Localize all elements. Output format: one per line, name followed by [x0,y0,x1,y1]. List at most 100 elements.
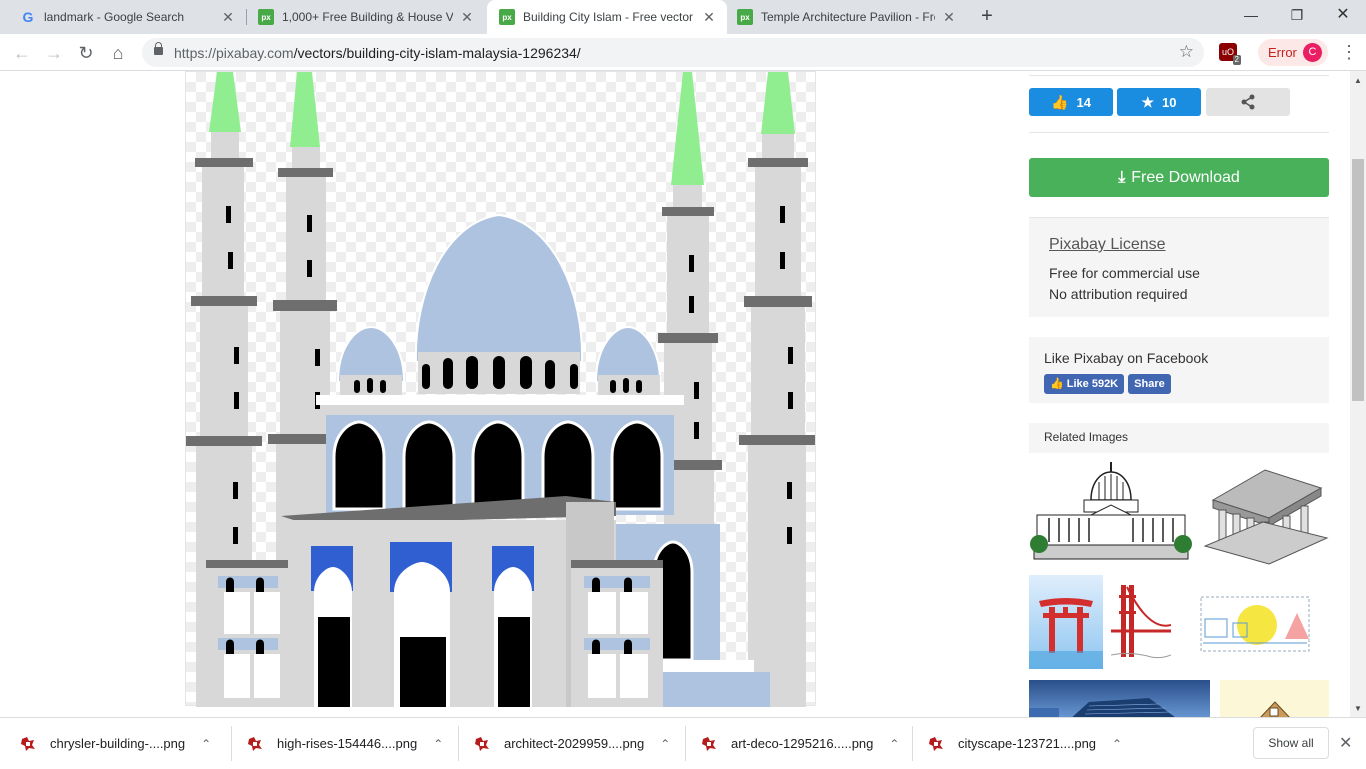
download-filename: art-deco-1295216.....png [731,736,874,751]
related-image-capitol[interactable] [1029,460,1193,566]
tab-title: 1,000+ Free Building & House Ve [282,10,453,24]
facebook-panel: Like Pixabay on Facebook 👍 Like 592K Sha… [1029,337,1329,403]
mosque-vector-image[interactable] [185,71,816,707]
facebook-title: Like Pixabay on Facebook [1044,350,1209,366]
chevron-up-icon[interactable]: ⌃ [433,737,443,751]
share-icon [1241,94,1255,110]
vertical-scrollbar[interactable]: ▲ ▼ [1350,71,1366,717]
reload-icon[interactable]: ↻ [74,41,98,65]
download-item[interactable]: architect-2029959....png ⌃ [474,718,670,769]
related-image-golden-gate[interactable] [1111,581,1171,665]
url-text: https://pixabay.com/vectors/building-cit… [174,45,581,61]
download-item[interactable]: art-deco-1295216.....png ⌃ [701,718,899,769]
pixabay-icon: px [258,9,274,25]
page-content: 👍 14 ★ 10 ⤓ Free Download Pixabay Licens… [0,71,1350,717]
chevron-up-icon[interactable]: ⌃ [201,737,211,751]
address-bar[interactable]: https://pixabay.com/vectors/building-cit… [142,38,1204,67]
related-image-skyscrapers[interactable] [1029,680,1210,717]
profile-error-label: Error [1268,45,1297,60]
related-image-architect-sketch[interactable] [1197,583,1313,659]
back-icon[interactable]: ← [10,41,34,65]
extension-icon[interactable]: uO 2 [1219,43,1241,65]
tab-google-search[interactable]: G landmark - Google Search ✕ [0,0,246,34]
favorite-count: 10 [1162,94,1177,110]
file-image-icon [247,736,263,752]
url-path: /vectors/building-city-islam-malaysia-12… [293,45,581,61]
close-tab-icon[interactable]: ✕ [459,9,475,26]
download-item[interactable]: chrysler-building-....png ⌃ [20,718,211,769]
chevron-up-icon[interactable]: ⌃ [1112,737,1122,751]
related-images-heading: Related Images [1029,423,1329,453]
bookmark-star-icon[interactable]: ☆ [1179,42,1194,62]
download-filename: chrysler-building-....png [50,736,186,751]
tab-title: Temple Architecture Pavilion - Fre [761,10,935,24]
tab-title: Building City Islam - Free vector g [523,10,695,24]
free-download-button[interactable]: ⤓ Free Download [1029,158,1329,197]
favorite-button[interactable]: ★ 10 [1117,88,1201,116]
url-host: https://pixabay.com [174,45,294,61]
download-shelf: chrysler-building-....png ⌃ high-rises-1… [0,717,1366,768]
tab-strip: G landmark - Google Search ✕ px 1,000+ F… [0,0,1366,34]
menu-icon[interactable]: ⋮ [1340,40,1358,64]
lock-icon [154,42,163,55]
license-panel: Pixabay License Free for commercial use … [1029,217,1329,317]
related-image-torii[interactable] [1029,575,1103,669]
show-all-button[interactable]: Show all [1253,727,1329,759]
file-image-icon [701,736,717,752]
download-item[interactable]: high-rises-154446....png ⌃ [247,718,443,769]
download-item[interactable]: cityscape-123721....png ⌃ [928,718,1122,769]
scrollbar-thumb[interactable] [1352,159,1364,401]
download-label: Free Download [1131,168,1240,186]
restore-button[interactable]: ❐ [1274,0,1320,30]
related-image-house[interactable] [1220,680,1329,717]
download-filename: architect-2029959....png [504,736,645,751]
like-button[interactable]: 👍 14 [1029,88,1113,116]
close-tab-icon[interactable]: ✕ [220,9,236,26]
forward-icon[interactable]: → [42,41,66,65]
file-image-icon [474,736,490,752]
close-tab-icon[interactable]: ✕ [701,9,717,26]
license-line-commercial: Free for commercial use [1049,265,1200,281]
tab-divider [246,9,247,25]
divider [912,726,913,761]
tab-temple-architecture[interactable]: px Temple Architecture Pavilion - Fre ✕ [727,0,967,34]
download-filename: cityscape-123721....png [958,736,1097,751]
pixabay-icon: px [737,9,753,25]
like-count: 14 [1076,94,1091,110]
file-image-icon [20,736,36,752]
close-window-button[interactable]: ✕ [1320,0,1366,30]
minimize-button[interactable]: — [1228,0,1274,30]
facebook-like-button[interactable]: 👍 Like 592K [1044,374,1125,394]
license-line-attribution: No attribution required [1049,286,1188,302]
chevron-up-icon[interactable]: ⌃ [889,737,899,751]
scroll-down-arrow-icon[interactable]: ▼ [1354,704,1362,713]
tab-free-building[interactable]: px 1,000+ Free Building & House Ve ✕ [248,0,485,34]
close-download-shelf-icon[interactable]: ✕ [1339,733,1352,753]
browser-toolbar: ← → ↻ ⌂ https://pixabay.com/vectors/buil… [0,34,1366,71]
thumbs-up-icon: 👍 [1051,93,1069,110]
divider [1029,132,1329,133]
star-icon: ★ [1141,93,1155,110]
divider [1029,75,1329,76]
tab-title: landmark - Google Search [44,10,185,24]
share-button[interactable] [1206,88,1290,116]
facebook-share-button[interactable]: Share [1128,374,1171,394]
avatar: C [1303,43,1322,62]
facebook-like-label: Like 592K [1066,378,1119,390]
divider [685,726,686,761]
new-tab-button[interactable]: + [976,5,998,27]
pixabay-icon: px [499,9,515,25]
tab-building-city-islam[interactable]: px Building City Islam - Free vector g ✕ [487,0,727,34]
divider [231,726,232,761]
chevron-up-icon[interactable]: ⌃ [660,737,670,751]
close-tab-icon[interactable]: ✕ [941,9,957,26]
download-filename: high-rises-154446....png [277,736,418,751]
profile-error-button[interactable]: Error C [1258,39,1328,66]
home-icon[interactable]: ⌂ [106,41,130,65]
divider [458,726,459,761]
file-image-icon [928,736,944,752]
extension-badge: 2 [1232,55,1241,65]
scroll-up-arrow-icon[interactable]: ▲ [1354,76,1362,85]
license-link[interactable]: Pixabay License [1049,236,1309,254]
related-image-temple[interactable] [1203,460,1329,566]
